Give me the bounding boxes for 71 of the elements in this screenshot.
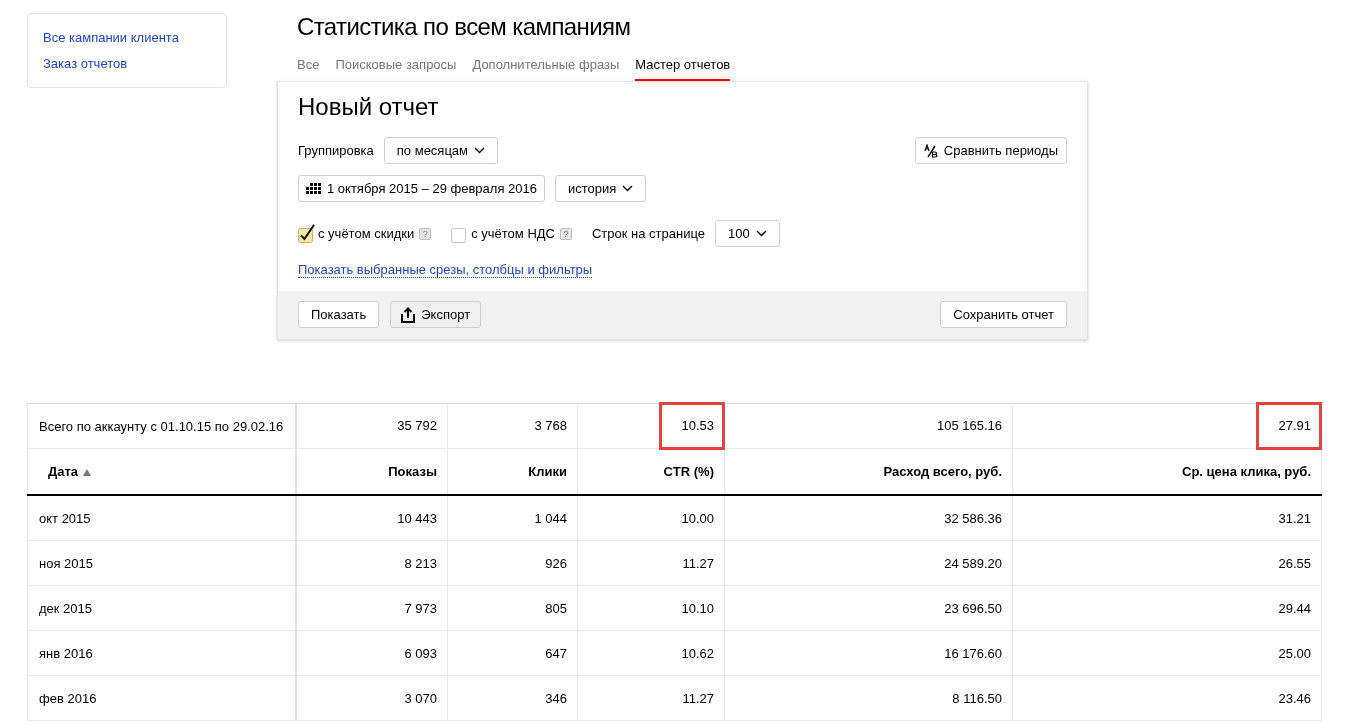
summary-value: 105 165.16 [936, 418, 1002, 435]
summary-value: 3 768 [534, 418, 567, 435]
table-cell: 31.21 [1012, 495, 1322, 541]
report-title: Новый отчет [298, 93, 440, 121]
summary-label: Всего по аккаунту с 01.10.15 по 29.02.16 [27, 403, 296, 449]
table-cell: 1 044 [447, 495, 578, 541]
table-cell: 346 [447, 675, 578, 721]
tab[interactable]: Все [297, 57, 320, 81]
column-header[interactable]: Показы [295, 448, 448, 495]
table-cell: 16 176.60 [724, 630, 1013, 676]
highlighted-value: 27.91 [1256, 402, 1322, 451]
tab[interactable]: Дополнительные фразы [472, 57, 620, 81]
column-header[interactable]: Ср. цена клика, руб. [1012, 448, 1322, 495]
table-cell: 8 213 [295, 540, 448, 586]
table-cell: 8 116.50 [724, 675, 1013, 721]
export-button[interactable]: Экспорт [390, 301, 482, 328]
table-cell: дек 2015 [27, 585, 296, 631]
table-cell: 10 443 [295, 495, 448, 541]
checkbox-label[interactable]: с учётом НДС [471, 225, 555, 242]
calendar-icon [306, 183, 321, 194]
table-cell: фев 2016 [27, 675, 296, 721]
table-cell: 32 586.36 [724, 495, 1013, 541]
table-cell: 11.27 [577, 540, 725, 586]
sidebar-link[interactable]: Все кампании клиента [43, 30, 179, 46]
table-cell: 26.55 [1012, 540, 1322, 586]
chevron-down-icon [755, 230, 767, 237]
table-cell: 647 [447, 630, 578, 676]
checkbox-label[interactable]: с учётом скидки [318, 225, 415, 242]
table-cell: 10.62 [577, 630, 725, 676]
tab[interactable]: Поисковые запросы [335, 57, 457, 81]
save-report-button[interactable]: Сохранить отчет [940, 301, 1067, 328]
table-cell: 23 696.50 [724, 585, 1013, 631]
summary-value: 35 792 [397, 418, 437, 435]
table-cell: 23.46 [1012, 675, 1322, 721]
table-cell: 926 [447, 540, 578, 586]
date-range-button[interactable]: 1 октября 2015 – 29 февраля 2016 [298, 175, 545, 202]
chevron-down-icon [474, 147, 485, 154]
table-cell: 3 070 [295, 675, 448, 721]
help-hint[interactable]: ? [419, 227, 432, 240]
show-button[interactable]: Показать [298, 301, 380, 328]
table-cell: 7 973 [295, 585, 448, 631]
history-select[interactable]: история [555, 175, 647, 202]
grouping-select[interactable]: по месяцам [383, 137, 498, 164]
table-cell: 25.00 [1012, 630, 1322, 676]
table-cell: ноя 2015 [27, 540, 296, 586]
column-header[interactable]: CTR (%) [577, 448, 725, 495]
column-header[interactable]: Расход всего, руб. [724, 448, 1013, 495]
table-cell: 805 [447, 585, 578, 631]
table-cell: 11.27 [577, 675, 725, 721]
grouping-label: Группировка [298, 142, 374, 159]
column-header[interactable]: Клики [447, 448, 578, 495]
show-filters-link[interactable]: Показать выбранные срезы, столбцы и фильтры [298, 262, 593, 278]
column-header[interactable]: Дата [27, 448, 296, 495]
table-cell: 10.10 [577, 585, 725, 631]
help-hint[interactable]: ? [560, 227, 572, 240]
table-cell: 29.44 [1012, 585, 1322, 631]
highlighted-value: 10.53 [659, 402, 725, 451]
table-cell: янв 2016 [27, 630, 296, 676]
sidebar-link[interactable]: Заказ отчетов [43, 56, 128, 72]
page-title: Статистика по всем кампаниям [296, 13, 632, 41]
compare-periods-button[interactable]: Сравнить периоды [914, 137, 1067, 164]
table-cell: 10.00 [577, 495, 725, 541]
rows-per-page-select[interactable]: 100 [715, 220, 780, 247]
checkbox[interactable] [298, 224, 315, 243]
rows-per-page-label: Строк на странице [592, 225, 705, 242]
table-cell: 6 093 [295, 630, 448, 676]
upload-icon [401, 306, 416, 323]
table-cell: 24 589.20 [724, 540, 1013, 586]
chevron-down-icon [622, 185, 634, 192]
table-cell: окт 2015 [27, 495, 296, 541]
compare-icon [923, 143, 938, 158]
